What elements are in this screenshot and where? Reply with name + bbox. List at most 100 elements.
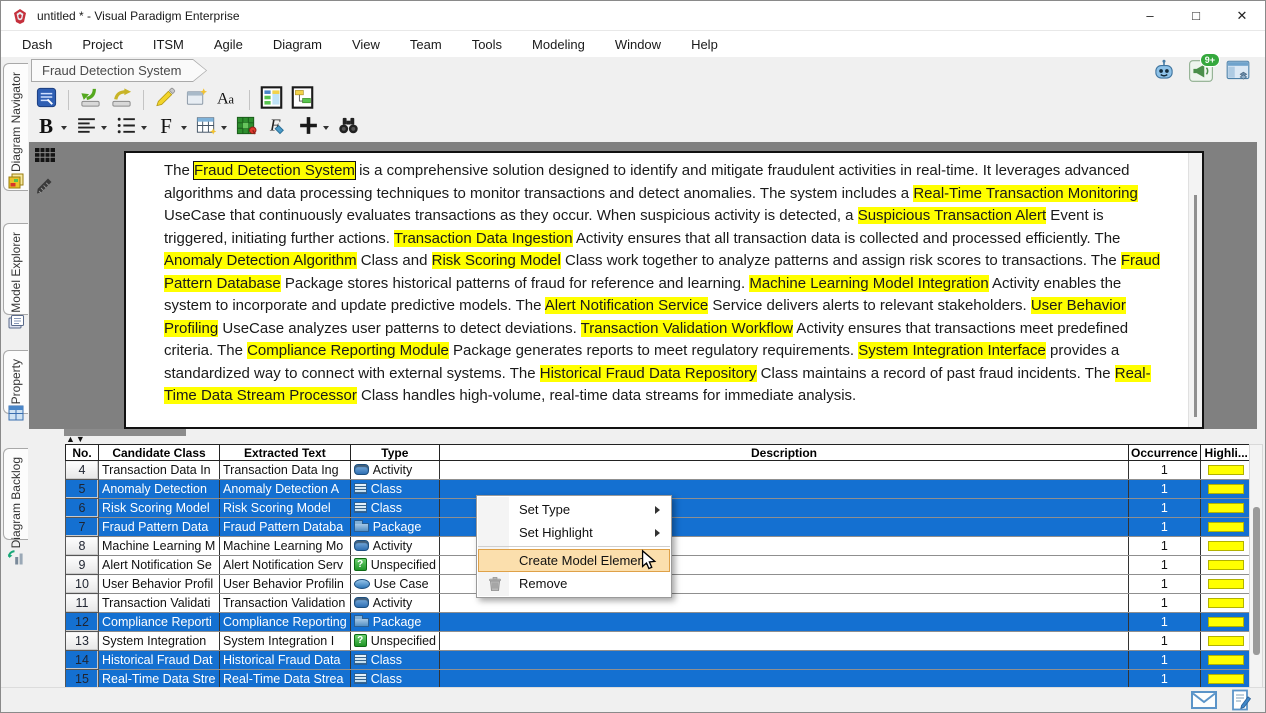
occurrence-cell[interactable]: 1: [1129, 480, 1201, 499]
row-number[interactable]: 4: [66, 461, 99, 480]
announcements-button[interactable]: 9+: [1188, 58, 1214, 84]
highlighter-stamp-button[interactable]: [35, 175, 55, 200]
extracted-text-cell[interactable]: Risk Scoring Model: [220, 499, 351, 518]
occurrence-cell[interactable]: 1: [1129, 461, 1201, 480]
highlighted-term[interactable]: Alert Notification Service: [545, 297, 708, 314]
highlighted-term[interactable]: Machine Learning Model Integration: [749, 275, 988, 292]
extracted-text-cell[interactable]: User Behavior Profilin: [220, 575, 351, 594]
table-row[interactable]: 14Historical Fraud DatHistorical Fraud D…: [66, 651, 1253, 670]
type-cell[interactable]: Activity: [350, 594, 439, 613]
type-cell[interactable]: Class: [350, 499, 439, 518]
text-analysis-panel[interactable]: The Fraud Detection System is a comprehe…: [124, 151, 1204, 429]
row-number[interactable]: 8: [66, 537, 99, 556]
row-number[interactable]: 12: [66, 613, 99, 632]
menu-window[interactable]: Window: [600, 33, 676, 56]
row-number[interactable]: 5: [66, 480, 99, 499]
highlight-cell[interactable]: [1200, 670, 1252, 689]
column-header-description[interactable]: Description: [440, 445, 1129, 461]
candidate-class-cell[interactable]: Transaction Validati: [99, 594, 220, 613]
row-number[interactable]: 9: [66, 556, 99, 575]
highlight-cell[interactable]: [1200, 518, 1252, 537]
font-button[interactable]: F: [153, 115, 189, 141]
ai-assistant-button[interactable]: [1151, 58, 1177, 84]
extracted-text-cell[interactable]: Machine Learning Mo: [220, 537, 351, 556]
sidebar-tab-model-explorer[interactable]: Model Explorer: [3, 223, 28, 315]
messages-button[interactable]: [1191, 691, 1217, 709]
column-header-extractedtext[interactable]: Extracted Text: [220, 445, 351, 461]
log-button[interactable]: [1231, 689, 1251, 711]
candidate-class-cell[interactable]: Alert Notification Se: [99, 556, 220, 575]
table-row[interactable]: 15Real-Time Data StreReal-Time Data Stre…: [66, 670, 1253, 689]
context-menu-item-set-highlight[interactable]: Set Highlight: [478, 521, 670, 544]
highlight-cell[interactable]: [1200, 594, 1252, 613]
candidate-class-view-button[interactable]: [258, 87, 285, 113]
highlighted-term[interactable]: Suspicious Transaction Alert: [858, 207, 1046, 224]
type-cell[interactable]: Class: [350, 480, 439, 499]
color-palette-button[interactable]: [233, 115, 260, 141]
table-row[interactable]: 4Transaction Data InTransaction Data Ing…: [66, 461, 1253, 480]
description-cell[interactable]: [440, 461, 1129, 480]
occurrence-cell[interactable]: 1: [1129, 613, 1201, 632]
import-button[interactable]: [77, 87, 104, 113]
chevron-down-icon[interactable]: [61, 126, 67, 130]
highlight-cell[interactable]: [1200, 480, 1252, 499]
row-number[interactable]: 10: [66, 575, 99, 594]
table-vscroll-thumb[interactable]: [1253, 507, 1260, 655]
sidebar-tab-property[interactable]: Property: [3, 350, 28, 414]
chevron-down-icon[interactable]: [323, 126, 329, 130]
horizontal-scrollbar[interactable]: ▲▼: [29, 429, 1257, 443]
chevron-down-icon[interactable]: [141, 126, 147, 130]
chevron-down-icon[interactable]: [181, 126, 187, 130]
new-view-button[interactable]: [183, 87, 210, 113]
description-cell[interactable]: [440, 632, 1129, 651]
add-button[interactable]: [295, 115, 331, 141]
occurrence-cell[interactable]: 1: [1129, 499, 1201, 518]
candidate-class-cell[interactable]: Risk Scoring Model: [99, 499, 220, 518]
extracted-text-cell[interactable]: Alert Notification Serv: [220, 556, 351, 575]
extracted-text-cell[interactable]: Anomaly Detection A: [220, 480, 351, 499]
extracted-text-cell[interactable]: Historical Fraud Data: [220, 651, 351, 670]
menu-project[interactable]: Project: [67, 33, 137, 56]
type-cell[interactable]: Activity: [350, 461, 439, 480]
candidate-class-cell[interactable]: Real-Time Data Stre: [99, 670, 220, 689]
menu-dash[interactable]: Dash: [7, 33, 67, 56]
candidate-class-cell[interactable]: Compliance Reporti: [99, 613, 220, 632]
occurrence-cell[interactable]: 1: [1129, 651, 1201, 670]
candidate-class-cell[interactable]: Anomaly Detection: [99, 480, 220, 499]
type-cell[interactable]: Activity: [350, 537, 439, 556]
menu-tools[interactable]: Tools: [457, 33, 517, 56]
occurrence-cell[interactable]: 1: [1129, 556, 1201, 575]
type-cell[interactable]: Package: [350, 613, 439, 632]
column-header-highli[interactable]: Highli...: [1200, 445, 1252, 461]
extracted-text-cell[interactable]: System Integration I: [220, 632, 351, 651]
close-button[interactable]: ✕: [1219, 1, 1265, 30]
highlight-cell[interactable]: [1200, 575, 1252, 594]
extracted-text-cell[interactable]: Compliance Reporting: [220, 613, 351, 632]
row-number[interactable]: 13: [66, 632, 99, 651]
highlight-cell[interactable]: [1200, 461, 1252, 480]
menu-view[interactable]: View: [337, 33, 395, 56]
align-button[interactable]: [73, 115, 109, 141]
font-size-button[interactable]: Aa: [214, 87, 241, 113]
highlighted-term[interactable]: Transaction Data Ingestion: [394, 230, 573, 247]
sidebar-tab-diagram-backlog[interactable]: Diagram Backlog: [3, 448, 28, 540]
table-vertical-scrollbar[interactable]: [1249, 444, 1263, 688]
menu-itsm[interactable]: ITSM: [138, 33, 199, 56]
occurrence-cell[interactable]: 1: [1129, 518, 1201, 537]
diagram-view-button[interactable]: [289, 87, 316, 113]
menu-help[interactable]: Help: [676, 33, 733, 56]
tab-fraud-detection-system[interactable]: Fraud Detection System: [31, 59, 207, 82]
candidate-class-cell[interactable]: User Behavior Profil: [99, 575, 220, 594]
highlighted-term[interactable]: Anomaly Detection Algorithm: [164, 252, 357, 269]
highlighted-term[interactable]: Transaction Validation Workflow: [581, 320, 793, 337]
minimize-button[interactable]: –: [1127, 1, 1173, 30]
row-number[interactable]: 6: [66, 499, 99, 518]
extracted-text-cell[interactable]: Fraud Pattern Databa: [220, 518, 351, 537]
highlighted-term[interactable]: Historical Fraud Data Repository: [540, 365, 757, 382]
row-number[interactable]: 11: [66, 594, 99, 613]
highlighted-term-selected[interactable]: Fraud Detection System: [194, 162, 355, 179]
table-row[interactable]: 12Compliance ReportiCompliance Reporting…: [66, 613, 1253, 632]
occurrence-cell[interactable]: 1: [1129, 632, 1201, 651]
highlight-cell[interactable]: [1200, 499, 1252, 518]
type-cell[interactable]: Package: [350, 518, 439, 537]
